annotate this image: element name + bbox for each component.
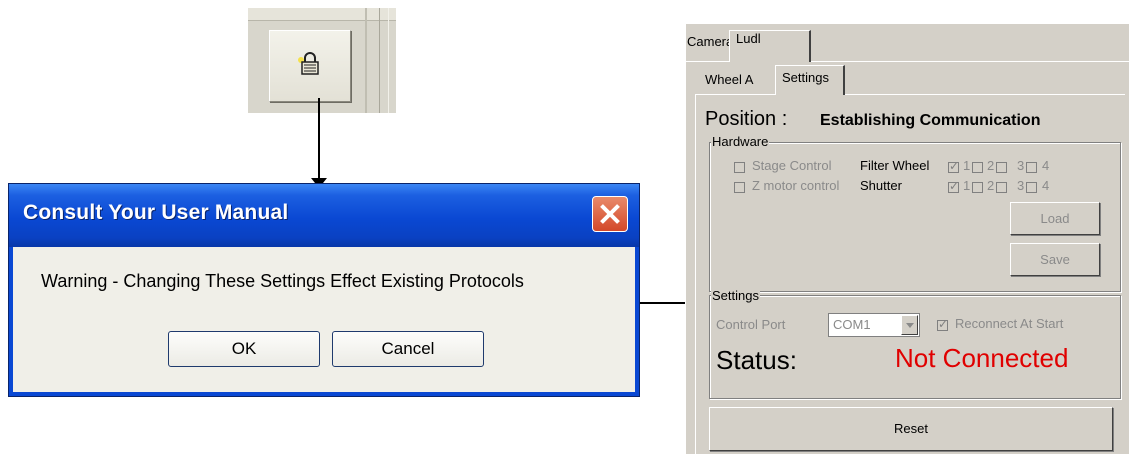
settings-group-label: Settings: [711, 288, 760, 303]
tab-camera[interactable]: Camera: [687, 34, 733, 49]
divider: [388, 8, 389, 113]
dialog-message: Warning - Changing These Settings Effect…: [41, 271, 524, 291]
filter-wheel-number: 3: [1017, 158, 1025, 173]
shutter-checkbox-3[interactable]: [996, 182, 1007, 193]
filter-wheel-checkbox-4[interactable]: [1026, 162, 1037, 173]
lock-icon: [298, 52, 319, 75]
dialog-body: Warning - Changing These Settings Effect…: [9, 247, 639, 396]
status-value: Not Connected: [895, 343, 1069, 373]
chevron-down-icon[interactable]: [901, 315, 918, 335]
control-port-label: Control Port: [716, 317, 786, 332]
dialog-title: Consult Your User Manual: [23, 201, 289, 224]
panel-edge: [685, 24, 686, 454]
filter-wheel-label: Filter Wheel: [860, 158, 930, 173]
load-button[interactable]: Load: [1010, 202, 1100, 235]
control-port-select[interactable]: COM1: [828, 313, 920, 337]
lock-button[interactable]: [269, 30, 351, 102]
reconnect-label: Reconnect At Start: [955, 316, 1064, 331]
shutter-checkbox-4[interactable]: [1026, 182, 1037, 193]
filter-wheel-number: 2: [987, 158, 995, 173]
stage-control-label: Stage Control: [752, 158, 832, 173]
shutter-checkbox-1[interactable]: [948, 179, 959, 193]
filter-wheel-checkbox-3[interactable]: [996, 162, 1007, 173]
divider: [365, 8, 367, 113]
connector-line: [318, 98, 320, 186]
control-port-value: COM1: [833, 317, 871, 332]
filter-wheel-checkbox-2[interactable]: [972, 162, 983, 173]
ok-button[interactable]: OK: [168, 331, 320, 367]
toolbar-strip: [248, 8, 396, 21]
tab-settings[interactable]: Settings: [775, 65, 845, 95]
filter-wheel-number: 1: [963, 158, 971, 173]
filter-wheel-number: 4: [1042, 158, 1050, 173]
shutter-number: 3: [1017, 178, 1025, 193]
subpanel-edge: [695, 94, 696, 454]
divider: [379, 8, 380, 113]
close-button[interactable]: [592, 196, 628, 232]
shutter-number: 1: [963, 178, 971, 193]
z-motor-label: Z motor control: [752, 178, 840, 193]
confirm-dialog: Consult Your User Manual Warning - Chang…: [8, 183, 640, 397]
toolbar-crop: [248, 8, 396, 113]
reset-button[interactable]: Reset: [709, 407, 1113, 451]
position-label: Position :: [705, 108, 788, 130]
shutter-number: 2: [987, 178, 995, 193]
hardware-group-label: Hardware: [711, 134, 770, 149]
z-motor-checkbox[interactable]: [734, 182, 745, 193]
tab-ludl-label: Ludl: [736, 31, 761, 46]
dialog-titlebar: Consult Your User Manual: [9, 184, 639, 247]
tab-settings-label: Settings: [782, 70, 829, 85]
tab-wheel-a[interactable]: Wheel A: [705, 72, 753, 87]
stage-control-checkbox[interactable]: [734, 162, 745, 173]
shutter-number: 4: [1042, 178, 1050, 193]
connector-line: [640, 302, 685, 304]
position-status: Establishing Communication: [820, 112, 1041, 129]
tab-ludl[interactable]: Ludl: [729, 30, 811, 62]
subtab-row-line: [695, 94, 1125, 95]
filter-wheel-checkbox-1[interactable]: [948, 159, 959, 173]
shutter-label: Shutter: [860, 178, 902, 193]
save-button[interactable]: Save: [1010, 243, 1100, 276]
ludl-settings-panel: Camera Ludl Wheel A Settings Position : …: [685, 24, 1129, 454]
cancel-button[interactable]: Cancel: [332, 331, 484, 367]
status-label: Status:: [716, 345, 797, 375]
reconnect-checkbox[interactable]: [937, 317, 948, 331]
shutter-checkbox-2[interactable]: [972, 182, 983, 193]
